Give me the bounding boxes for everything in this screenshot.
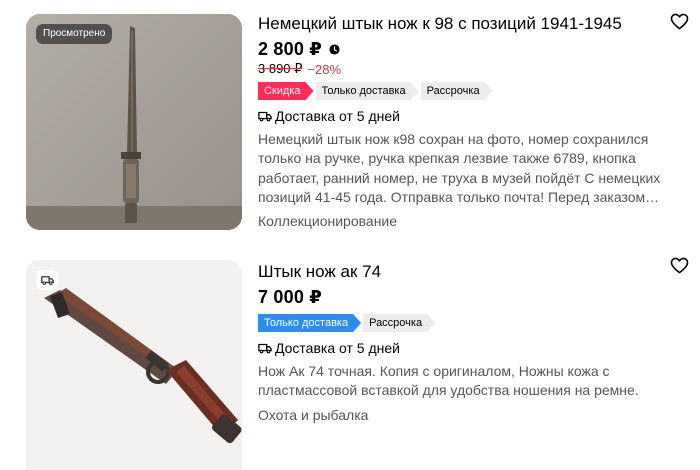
old-price-row: 3 890 ₽ −28%	[258, 60, 660, 78]
listing-photo[interactable]: Просмотрено	[26, 14, 242, 230]
tag-list: Только доставка Рассрочка	[258, 314, 660, 332]
heart-outline-icon[interactable]	[668, 254, 690, 276]
listing-description: Нож Ак 74 точная. Копия с оригиналом, Но…	[258, 363, 639, 399]
tag-delivery-only: Только доставка	[316, 82, 419, 100]
delivery-row: Доставка от 5 дней	[258, 106, 660, 126]
listing-info: Штык нож ак 74 7 000 ₽ Только доставка Р…	[258, 260, 660, 424]
tag-list: Скидка Только доставка Рассрочка	[258, 82, 660, 100]
listing-category: Охота и рыбалка	[258, 406, 369, 423]
truck-icon	[258, 343, 272, 354]
old-price: 3 890 ₽	[258, 61, 303, 76]
listing-photo[interactable]	[26, 260, 242, 470]
listing-price: 2 800 ₽	[258, 39, 322, 59]
price-row: 2 800 ₽	[258, 38, 660, 60]
listing-price: 7 000 ₽	[258, 287, 322, 307]
bayonet-photo-image	[26, 14, 242, 230]
listing-title[interactable]: Штык нож ак 74	[258, 260, 660, 284]
listing-card[interactable]: Просмотрено Немецкий штык нож к 98 с поз…	[0, 0, 700, 240]
tag-installment: Рассрочка	[363, 314, 435, 332]
truck-icon	[40, 276, 54, 285]
delivery-badge	[36, 270, 58, 290]
viewed-badge: Просмотрено	[36, 24, 113, 44]
truck-icon	[258, 111, 272, 122]
clock-icon[interactable]	[329, 43, 340, 55]
tag-delivery-only: Только доставка	[258, 314, 361, 332]
delivery-text: Доставка от 5 дней	[275, 108, 400, 124]
delivery-text: Доставка от 5 дней	[275, 340, 400, 356]
listing-category: Коллекционирование	[258, 213, 398, 230]
delivery-row: Доставка от 5 дней	[258, 338, 660, 358]
bayonet-photo-image	[26, 260, 242, 470]
price-row: 7 000 ₽	[258, 286, 660, 308]
discount-percent: −28%	[307, 61, 342, 77]
listing-title[interactable]: Немецкий штык нож к 98 с позиций 1941-19…	[258, 12, 660, 36]
listing-info: Немецкий штык нож к 98 с позиций 1941-19…	[258, 12, 660, 230]
listing-card[interactable]: Штык нож ак 74 7 000 ₽ Только доставка Р…	[0, 248, 700, 470]
tag-installment: Рассрочка	[421, 82, 493, 100]
tag-sale: Скидка	[258, 82, 314, 100]
listing-description: Немецкий штык нож к98 сохран на фото, но…	[258, 131, 661, 205]
heart-outline-icon[interactable]	[668, 10, 690, 32]
